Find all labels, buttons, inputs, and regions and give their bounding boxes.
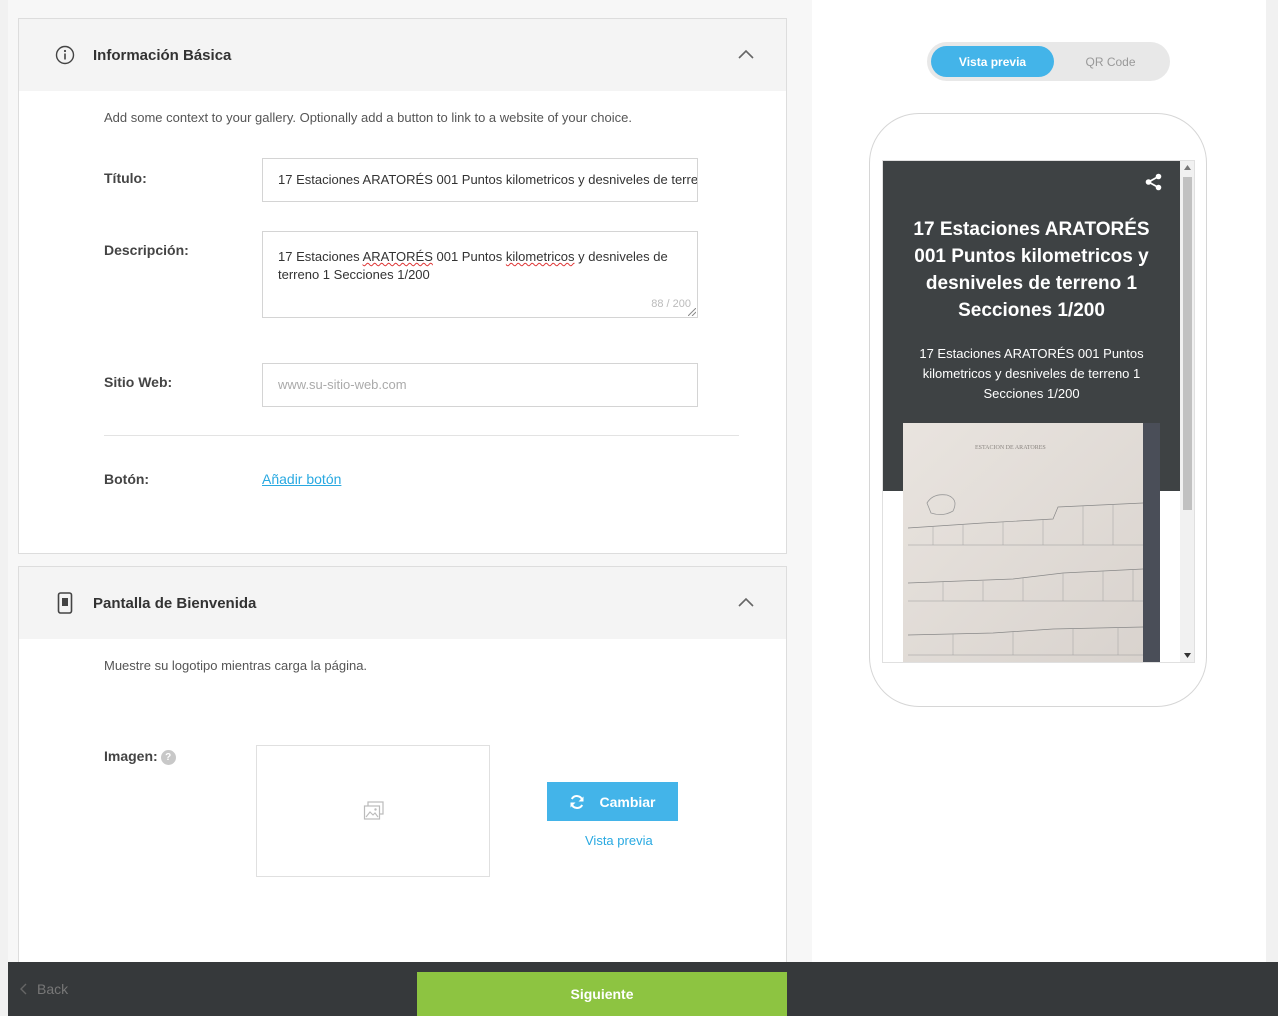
phone-screen: 17 Estaciones ARATORÉS 001 Puntos kilome…	[882, 160, 1195, 663]
toggle-qr-code-option[interactable]: QR Code	[1049, 46, 1172, 77]
title-label: Título:	[104, 170, 147, 186]
button-label: Botón:	[104, 471, 150, 487]
basic-info-title: Información Básica	[93, 46, 232, 64]
char-counter: 88 / 200	[651, 298, 691, 310]
preview-toggle: Vista previa QR Code	[927, 42, 1170, 81]
scroll-up-icon[interactable]	[1184, 165, 1191, 170]
preview-column: Vista previa QR Code 17 Estaciones ARATO…	[812, 0, 1266, 962]
back-button[interactable]: Back	[20, 981, 68, 997]
resize-handle-icon[interactable]	[688, 308, 696, 316]
chevron-left-icon	[20, 983, 27, 995]
scroll-down-icon[interactable]	[1184, 653, 1191, 658]
preview-title: 17 Estaciones ARATORÉS 001 Puntos kilome…	[913, 219, 1150, 321]
image-placeholder-icon	[363, 801, 384, 820]
preview-scrollbar[interactable]	[1180, 161, 1194, 662]
scrollbar-thumb[interactable]	[1183, 177, 1192, 510]
add-button-link[interactable]: Añadir botón	[262, 471, 341, 487]
left-column: Información Básica Add some context to y…	[8, 0, 812, 962]
preview-description: 17 Estaciones ARATORÉS 001 Puntos kilome…	[919, 346, 1144, 401]
preview-link[interactable]: Vista previa	[585, 833, 653, 848]
chevron-up-icon[interactable]	[736, 45, 756, 65]
welcome-screen-title: Pantalla de Bienvenida	[93, 594, 257, 612]
help-icon[interactable]: ?	[160, 749, 176, 765]
description-textarea[interactable]: 17 Estaciones ARATORÉS 001 Puntos kilome…	[262, 231, 698, 318]
title-input[interactable]: 17 Estaciones ARATORÉS 001 Puntos kilome…	[262, 158, 698, 202]
change-image-button[interactable]: Cambiar	[547, 782, 678, 821]
next-button[interactable]: Siguiente	[417, 972, 787, 1016]
welcome-screen-description: Muestre su logotipo mientras carga la pá…	[104, 658, 368, 673]
basic-info-panel: Información Básica Add some context to y…	[18, 18, 787, 554]
info-icon	[55, 45, 75, 65]
description-label: Descripción:	[104, 242, 189, 258]
welcome-screen-header[interactable]: Pantalla de Bienvenida	[19, 567, 786, 639]
basic-info-description: Add some context to your gallery. Option…	[104, 110, 632, 125]
share-icon[interactable]	[1145, 173, 1162, 191]
welcome-screen-panel: Pantalla de Bienvenida Muestre su logoti…	[18, 566, 787, 962]
chevron-up-icon[interactable]	[736, 593, 756, 613]
toggle-preview-option[interactable]: Vista previa	[931, 46, 1054, 77]
divider	[104, 435, 739, 436]
image-label: Imagen:?	[104, 748, 176, 765]
website-label: Sitio Web:	[104, 374, 173, 390]
photo-caption: ESTACION DE ARATORES	[975, 445, 1046, 451]
refresh-icon	[570, 794, 584, 809]
phone-mockup: 17 Estaciones ARATORÉS 001 Puntos kilome…	[869, 113, 1207, 707]
mobile-phone-icon	[57, 592, 73, 614]
gallery-photo: ESTACION DE ARATORES	[903, 423, 1160, 662]
page-scrollbar[interactable]	[1266, 0, 1278, 962]
footer-bar: Back Siguiente	[8, 962, 1278, 1016]
website-input[interactable]: www.su-sitio-web.com	[262, 363, 698, 407]
image-dropzone[interactable]	[256, 745, 490, 877]
basic-info-header[interactable]: Información Básica	[19, 19, 786, 91]
description-text: 17 Estaciones ARATORÉS 001 Puntos kilome…	[278, 249, 668, 282]
